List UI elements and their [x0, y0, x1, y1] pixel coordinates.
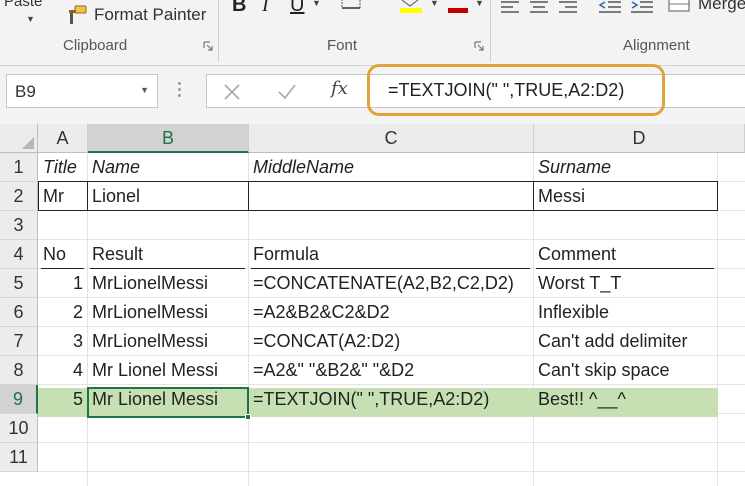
- cell-d8[interactable]: Can't skip space: [533, 356, 670, 385]
- formula-buttons: fx: [206, 74, 371, 108]
- increase-indent-icon[interactable]: [630, 0, 654, 14]
- row-header-4[interactable]: 4: [0, 240, 38, 269]
- underline-dropdown-icon[interactable]: ▼: [312, 0, 321, 8]
- bold-icon[interactable]: B: [232, 0, 246, 17]
- row-header-5[interactable]: 5: [0, 269, 38, 298]
- cell-b1[interactable]: Name: [87, 153, 140, 182]
- ribbon: Paste ▼ Format Painter Clipboard B I U ▼…: [0, 0, 745, 66]
- row-header-3[interactable]: 3: [0, 211, 38, 240]
- row-header-7[interactable]: 7: [0, 327, 38, 356]
- insert-function-icon[interactable]: fx: [331, 78, 348, 99]
- cancel-icon[interactable]: [223, 83, 241, 101]
- worksheet-grid[interactable]: A B C D 1 2 3 4 5 6 7 8 9 10 11 Title Na…: [0, 124, 745, 486]
- cell-a1[interactable]: Title: [38, 153, 77, 182]
- gridline: [38, 471, 745, 472]
- cell-c2[interactable]: [248, 182, 253, 211]
- cell-d1[interactable]: Surname: [533, 153, 611, 182]
- row-header-1[interactable]: 1: [0, 153, 38, 182]
- column-header-b[interactable]: B: [88, 124, 249, 153]
- borders-icon[interactable]: [340, 0, 364, 10]
- cell-a2[interactable]: Mr: [38, 182, 64, 211]
- enter-check-icon[interactable]: [277, 83, 297, 101]
- formula-highlight-outline: [367, 64, 665, 116]
- row-header-2[interactable]: 2: [0, 182, 38, 211]
- cell-b6[interactable]: MrLionelMessi: [87, 298, 208, 327]
- row-header-9[interactable]: 9: [0, 385, 38, 414]
- select-all-button[interactable]: [0, 124, 38, 153]
- column-header-d[interactable]: D: [534, 124, 745, 153]
- cell-b7[interactable]: MrLionelMessi: [87, 327, 208, 356]
- paste-dropdown-icon[interactable]: ▼: [26, 14, 35, 24]
- row-header-6[interactable]: 6: [0, 298, 38, 327]
- cell-c1[interactable]: MiddleName: [248, 153, 354, 182]
- paintbrush-icon: [69, 5, 87, 24]
- cell-d4[interactable]: Comment: [533, 240, 616, 269]
- cell-a4[interactable]: No: [38, 240, 66, 269]
- cell-c5[interactable]: =CONCATENATE(A2,B2,C2,D2): [248, 269, 514, 298]
- cell-d2[interactable]: Messi: [533, 182, 585, 211]
- column-header-a[interactable]: A: [38, 124, 88, 153]
- font-color-dropdown-icon[interactable]: ▼: [475, 0, 484, 8]
- clipboard-dialog-launcher-icon[interactable]: [203, 41, 213, 51]
- group-divider: [218, 0, 219, 62]
- format-painter-button[interactable]: Format Painter: [66, 3, 206, 27]
- cell-c7[interactable]: =CONCAT(A2:D2): [248, 327, 400, 356]
- row-header-11[interactable]: 11: [0, 443, 38, 472]
- column-header-c[interactable]: C: [249, 124, 534, 153]
- row-header-8[interactable]: 8: [0, 356, 38, 385]
- align-center-icon[interactable]: [529, 0, 549, 14]
- cell-b2[interactable]: Lionel: [87, 182, 140, 211]
- cell-a6[interactable]: 2: [38, 298, 88, 327]
- cell-a9[interactable]: 5: [38, 385, 88, 414]
- paste-button[interactable]: Paste: [4, 0, 42, 10]
- cell-d9[interactable]: Best!! ^__^: [533, 385, 626, 414]
- cell-d5[interactable]: Worst T_T: [533, 269, 621, 298]
- clipboard-group-label: Clipboard: [63, 37, 128, 54]
- font-color-icon[interactable]: [446, 0, 470, 14]
- cell-b4[interactable]: Result: [87, 240, 143, 269]
- cell-c4[interactable]: Formula: [248, 240, 319, 269]
- cell-a5[interactable]: 1: [38, 269, 88, 298]
- alignment-group-label: Alignment: [623, 37, 690, 54]
- merge-center-icon[interactable]: [668, 0, 690, 12]
- fill-handle[interactable]: [245, 414, 251, 420]
- active-cell-border: [87, 387, 249, 418]
- cell-c9[interactable]: =TEXTJOIN(" ",TRUE,A2:D2): [248, 385, 489, 414]
- cell-c6[interactable]: =A2&B2&C2&D2: [248, 298, 390, 327]
- cell-b5[interactable]: MrLionelMessi: [87, 269, 208, 298]
- italic-icon[interactable]: I: [262, 0, 269, 17]
- cell-a7[interactable]: 3: [38, 327, 88, 356]
- name-box[interactable]: B9 ▼: [6, 74, 158, 108]
- gridline: [38, 442, 745, 443]
- underline-icon[interactable]: U: [290, 0, 304, 17]
- cell-d7[interactable]: Can't add delimiter: [533, 327, 688, 356]
- name-box-dropdown-icon[interactable]: ▼: [140, 85, 149, 95]
- cell-b8[interactable]: Mr Lionel Messi: [87, 356, 218, 385]
- row-header-10[interactable]: 10: [0, 414, 38, 443]
- align-left-icon[interactable]: [500, 0, 520, 14]
- cell-c8[interactable]: =A2&" "&B2&" "&D2: [248, 356, 414, 385]
- font-group-label: Font: [327, 37, 358, 54]
- font-dialog-launcher-icon[interactable]: [474, 41, 484, 51]
- merge-center-button[interactable]: Merge: [698, 0, 745, 14]
- cell-d6[interactable]: Inflexible: [533, 298, 609, 327]
- fill-color-icon[interactable]: [398, 0, 424, 14]
- align-right-icon[interactable]: [558, 0, 578, 14]
- format-painter-label: Format Painter: [94, 5, 207, 24]
- decrease-indent-icon[interactable]: [598, 0, 622, 14]
- gridline: [38, 239, 745, 240]
- fill-color-dropdown-icon[interactable]: ▼: [430, 0, 439, 8]
- formula-bar-grip-icon[interactable]: [178, 82, 182, 102]
- group-divider: [490, 0, 491, 62]
- cell-a8[interactable]: 4: [38, 356, 88, 385]
- name-box-value: B9: [15, 82, 36, 101]
